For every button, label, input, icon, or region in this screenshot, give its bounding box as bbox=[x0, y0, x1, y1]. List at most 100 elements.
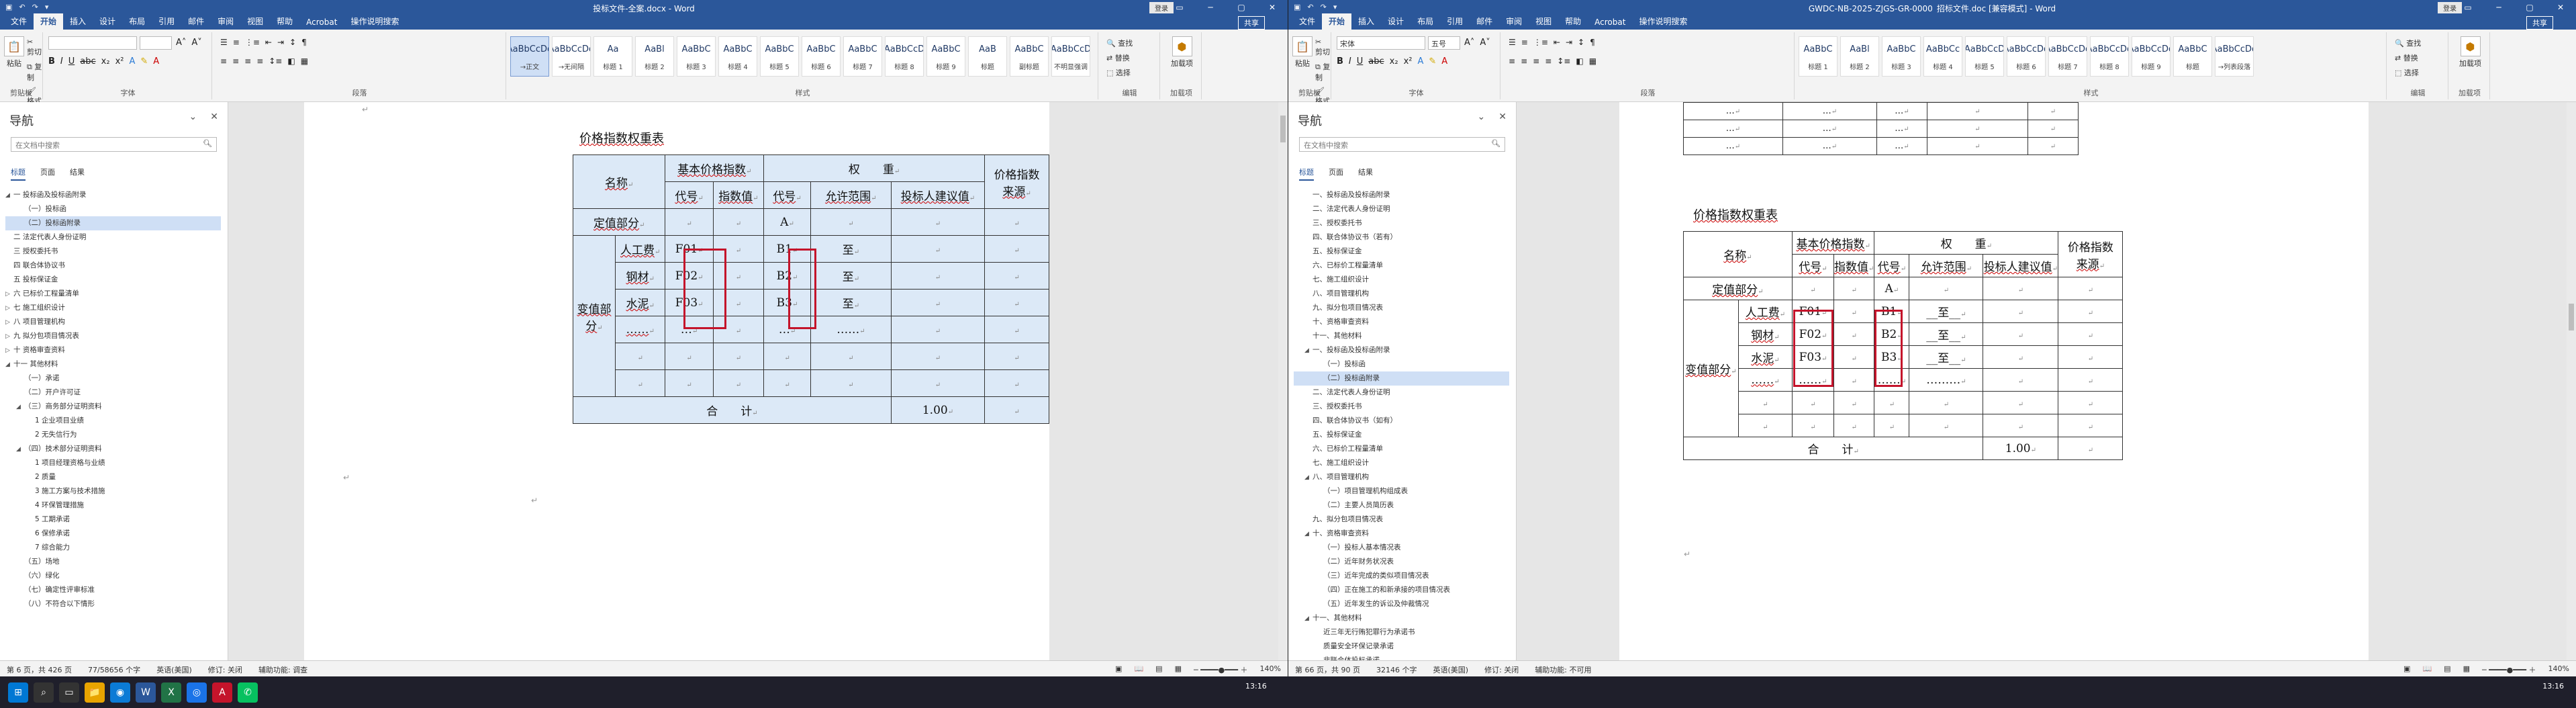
minimize-icon[interactable]: ─ bbox=[1195, 0, 1226, 15]
nav-heading-item[interactable]: 2 无失信行为 bbox=[5, 428, 221, 442]
nav-heading-item[interactable]: ◢ 十、资格审查资料 bbox=[1294, 527, 1509, 541]
line-spacing-icon[interactable]: ↕≡ bbox=[1557, 56, 1570, 66]
print-layout-icon[interactable]: ▤ bbox=[1155, 664, 1162, 675]
nav-tab[interactable]: 标题 bbox=[11, 167, 26, 181]
nav-close-icon[interactable]: ✕ bbox=[210, 112, 218, 122]
nav-heading-item[interactable]: 6 保修承诺 bbox=[5, 527, 221, 541]
decrease-indent-icon[interactable]: ⇤ bbox=[265, 38, 272, 47]
status-item[interactable]: 辅助功能: 调查 bbox=[258, 664, 307, 675]
nav-heading-item[interactable]: 质量安全环保记录承诺 bbox=[1294, 639, 1509, 654]
nav-heading-item[interactable]: ▷ 六 已标价工程量清单 bbox=[5, 287, 221, 301]
status-item[interactable]: 英语(美国) bbox=[1433, 664, 1468, 675]
nav-heading-item[interactable]: （二）开户许可证 bbox=[5, 386, 221, 400]
sort-icon[interactable]: ↕ bbox=[1578, 38, 1584, 47]
align-right-icon[interactable]: ≡ bbox=[244, 56, 251, 66]
subscript-icon[interactable]: x₂ bbox=[101, 56, 110, 67]
nav-heading-item[interactable]: 八、项目管理机构 bbox=[1294, 287, 1509, 301]
ribbon-tab[interactable]: 引用 bbox=[152, 13, 181, 30]
nav-tab[interactable]: 结果 bbox=[70, 167, 85, 181]
nav-heading-item[interactable]: 三 授权委托书 bbox=[5, 245, 221, 259]
ribbon-tab[interactable]: 文件 bbox=[1292, 13, 1322, 30]
show-marks-icon[interactable]: ¶ bbox=[301, 38, 307, 47]
style-gallery-item[interactable]: Aa 标题 1 bbox=[593, 36, 632, 77]
nav-heading-item[interactable]: ◢ 八、项目管理机构 bbox=[1294, 470, 1509, 484]
nav-heading-item[interactable]: 四 联合体协议书 bbox=[5, 259, 221, 273]
style-gallery-item[interactable]: AaBbC 标题 6 bbox=[802, 36, 841, 77]
nav-heading-item[interactable]: 五 投标保证金 bbox=[5, 273, 221, 287]
text-effects-icon[interactable]: A bbox=[129, 56, 135, 67]
align-right-icon[interactable]: ≡ bbox=[1533, 56, 1539, 66]
style-gallery-item[interactable]: AaBbC 标题 3 bbox=[677, 36, 716, 77]
bullets-icon[interactable]: ☰ bbox=[1509, 38, 1516, 47]
nav-tab[interactable]: 标题 bbox=[1299, 167, 1314, 181]
nav-heading-item[interactable]: 七、施工组织设计 bbox=[1294, 273, 1509, 287]
status-item[interactable]: 修订: 关闭 bbox=[208, 664, 242, 675]
status-item[interactable]: 英语(美国) bbox=[156, 664, 192, 675]
addins-button[interactable]: ⬢ 加载项 bbox=[2459, 36, 2481, 69]
multilevel-list-icon[interactable]: ⋮≡ bbox=[1533, 38, 1548, 47]
bold-icon[interactable]: B bbox=[48, 56, 55, 67]
style-gallery-item[interactable]: AaBbC 标题 bbox=[2173, 36, 2212, 77]
nav-heading-item[interactable]: 二、法定代表人身份证明 bbox=[1294, 202, 1509, 216]
clock-left[interactable]: 13:16 bbox=[1245, 682, 1267, 691]
style-gallery-item[interactable]: AaBbC 副标题 bbox=[1010, 36, 1049, 77]
nav-heading-item[interactable]: 三、授权委托书 bbox=[1294, 216, 1509, 230]
superscript-icon[interactable]: x² bbox=[115, 56, 124, 67]
close-icon[interactable]: ✕ bbox=[1257, 0, 1288, 15]
nav-search-input[interactable]: 在文档中搜索 🔍︎ bbox=[1299, 137, 1505, 152]
sort-icon[interactable]: ↕ bbox=[289, 38, 296, 47]
nav-heading-item[interactable]: 六、已标价工程量清单 bbox=[1294, 259, 1509, 273]
nav-heading-item[interactable]: ▷ 八 项目管理机构 bbox=[5, 315, 221, 329]
copy-button[interactable]: ⧉ 复制 bbox=[27, 61, 42, 83]
highlight-icon[interactable]: ✎ bbox=[1429, 56, 1436, 67]
nav-heading-item[interactable]: 二 法定代表人身份证明 bbox=[5, 230, 221, 245]
ribbon-tab[interactable]: 视图 bbox=[240, 13, 270, 30]
style-gallery-item[interactable]: AaBbC 标题 4 bbox=[718, 36, 757, 77]
ribbon-tab[interactable]: 开始 bbox=[34, 13, 64, 30]
status-item[interactable]: 77/58656 个字 bbox=[88, 664, 140, 675]
multilevel-list-icon[interactable]: ⋮≡ bbox=[245, 38, 260, 47]
nav-heading-item[interactable]: 4 环保管理措施 bbox=[5, 498, 221, 513]
nav-heading-item[interactable]: （一）投标函 bbox=[1294, 357, 1509, 371]
nav-heading-item[interactable]: （七）确定性评审标准 bbox=[5, 583, 221, 597]
expand-icon[interactable]: ◢ bbox=[1304, 344, 1313, 357]
style-gallery-item[interactable]: AaBbCcD 不明显强调 bbox=[1051, 36, 1090, 77]
select-button[interactable]: ⬚ 选择 bbox=[2395, 67, 2421, 78]
text-effects-icon[interactable]: A bbox=[1417, 56, 1423, 67]
vertical-scrollbar[interactable] bbox=[2567, 102, 2576, 660]
ribbon-tab[interactable]: 帮助 bbox=[270, 13, 299, 30]
excel-icon[interactable]: X bbox=[161, 682, 181, 703]
nav-heading-item[interactable]: ◢ 十一、其他材料 bbox=[1294, 611, 1509, 625]
nav-heading-item[interactable]: 三、授权委托书 bbox=[1294, 400, 1509, 414]
numbering-icon[interactable]: ≡ bbox=[233, 38, 240, 47]
font-size-box[interactable] bbox=[140, 36, 172, 50]
wechat-icon[interactable]: ✆ bbox=[238, 682, 258, 703]
style-gallery-item[interactable]: AaBbC 标题 3 bbox=[1882, 36, 1921, 77]
nav-heading-item[interactable]: 六、已标价工程量清单 bbox=[1294, 442, 1509, 456]
nav-heading-item[interactable]: （五）近年发生的诉讼及仲裁情况 bbox=[1294, 597, 1509, 611]
expand-icon[interactable]: ◢ bbox=[5, 189, 13, 202]
ribbon-tab[interactable]: 布局 bbox=[1411, 13, 1440, 30]
scrollbar-thumb[interactable] bbox=[2569, 304, 2574, 330]
cut-button[interactable]: ✂ 剪切 bbox=[1315, 38, 1331, 57]
nav-search-input[interactable]: 在文档中搜索 🔍︎ bbox=[11, 137, 217, 152]
expand-icon[interactable]: ▷ bbox=[5, 344, 13, 357]
style-gallery-item[interactable]: AaBbC 标题 9 bbox=[926, 36, 965, 77]
ribbon-tab[interactable]: 布局 bbox=[122, 13, 152, 30]
status-item[interactable]: 辅助功能: 不可用 bbox=[1535, 664, 1591, 675]
document-page[interactable]: ↵ 价格指数权重表 名称↵ 基本价格指数↵ 权 重↵ 价格指数 来源↵ 代号↵ 指数值↵ 代号↵ 允… bbox=[304, 102, 1049, 660]
expand-icon[interactable]: ◢ bbox=[5, 358, 13, 371]
ribbon-tab[interactable]: 操作说明搜索 bbox=[344, 13, 406, 30]
nav-heading-item[interactable]: （二）投标函附录 bbox=[5, 216, 221, 230]
nav-heading-item[interactable]: ◢ 一 投标函及投标函附录 bbox=[5, 188, 221, 202]
zoom-level[interactable]: 140% bbox=[2548, 664, 2569, 675]
nav-heading-item[interactable]: ◢ （三）商务部分证明资料 bbox=[5, 400, 221, 414]
nav-heading-item[interactable]: ▷ 十 资格审查资料 bbox=[5, 343, 221, 357]
nav-heading-item[interactable]: 2 质量 bbox=[5, 470, 221, 484]
zoom-slider[interactable]: ─ ━━━━●━━━ ＋ bbox=[1194, 664, 1248, 675]
strikethrough-icon[interactable]: abc bbox=[1368, 56, 1384, 67]
nav-heading-item[interactable]: ▷ 七 施工组织设计 bbox=[5, 301, 221, 315]
task-view-icon[interactable]: ▭ bbox=[59, 682, 79, 703]
find-button[interactable]: 🔍 查找 bbox=[2395, 38, 2421, 48]
ribbon-tab[interactable]: 设计 bbox=[93, 13, 122, 30]
